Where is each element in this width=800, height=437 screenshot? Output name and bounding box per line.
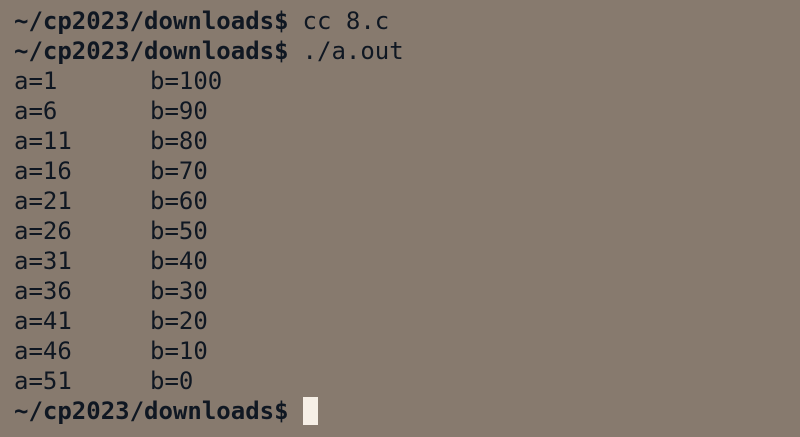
output-b-value: b=10 — [150, 337, 208, 365]
output-line: a=41 b=20 — [14, 306, 800, 336]
output-b-value: b=90 — [150, 97, 208, 125]
output-line: a=26 b=50 — [14, 216, 800, 246]
command-line-1: ~/cp2023/downloads$ cc 8.c — [14, 6, 800, 36]
output-line: a=21 b=60 — [14, 186, 800, 216]
output-line: a=31 b=40 — [14, 246, 800, 276]
command-text: ./a.out — [302, 37, 404, 65]
shell-prompt: ~/cp2023/downloads$ — [14, 7, 289, 35]
shell-prompt: ~/cp2023/downloads$ — [14, 397, 289, 425]
output-b-value: b=70 — [150, 157, 208, 185]
output-a-value: a=31 — [14, 247, 72, 275]
output-b-value: b=60 — [150, 187, 208, 215]
output-b-value: b=80 — [150, 127, 208, 155]
output-a-value: a=16 — [14, 157, 72, 185]
output-b-value: b=20 — [150, 307, 208, 335]
output-a-value: a=51 — [14, 367, 72, 395]
output-b-value: b=50 — [150, 217, 208, 245]
output-a-value: a=21 — [14, 187, 72, 215]
output-a-value: a=36 — [14, 277, 72, 305]
command-text: cc 8.c — [302, 7, 390, 35]
output-a-value: a=46 — [14, 337, 72, 365]
text-cursor — [302, 397, 318, 425]
command-line-2: ~/cp2023/downloads$ ./a.out — [14, 36, 800, 66]
output-line: a=51 b=0 — [14, 366, 800, 396]
active-prompt-line[interactable]: ~/cp2023/downloads$ — [14, 396, 800, 426]
output-a-value: a=11 — [14, 127, 72, 155]
output-line: a=46 b=10 — [14, 336, 800, 366]
output-a-value: a=1 — [14, 67, 58, 95]
terminal-window[interactable]: ~/cp2023/downloads$ cc 8.c ~/cp2023/down… — [0, 0, 800, 437]
output-b-value: b=30 — [150, 277, 208, 305]
output-b-value: b=0 — [150, 367, 194, 395]
output-line: a=11 b=80 — [14, 126, 800, 156]
shell-prompt: ~/cp2023/downloads$ — [14, 37, 289, 65]
output-b-value: b=100 — [150, 67, 223, 95]
output-b-value: b=40 — [150, 247, 208, 275]
output-a-value: a=26 — [14, 217, 72, 245]
output-a-value: a=41 — [14, 307, 72, 335]
output-line: a=36 b=30 — [14, 276, 800, 306]
output-line: a=6 b=90 — [14, 96, 800, 126]
output-line: a=1 b=100 — [14, 66, 800, 96]
output-a-value: a=6 — [14, 97, 58, 125]
output-line: a=16 b=70 — [14, 156, 800, 186]
